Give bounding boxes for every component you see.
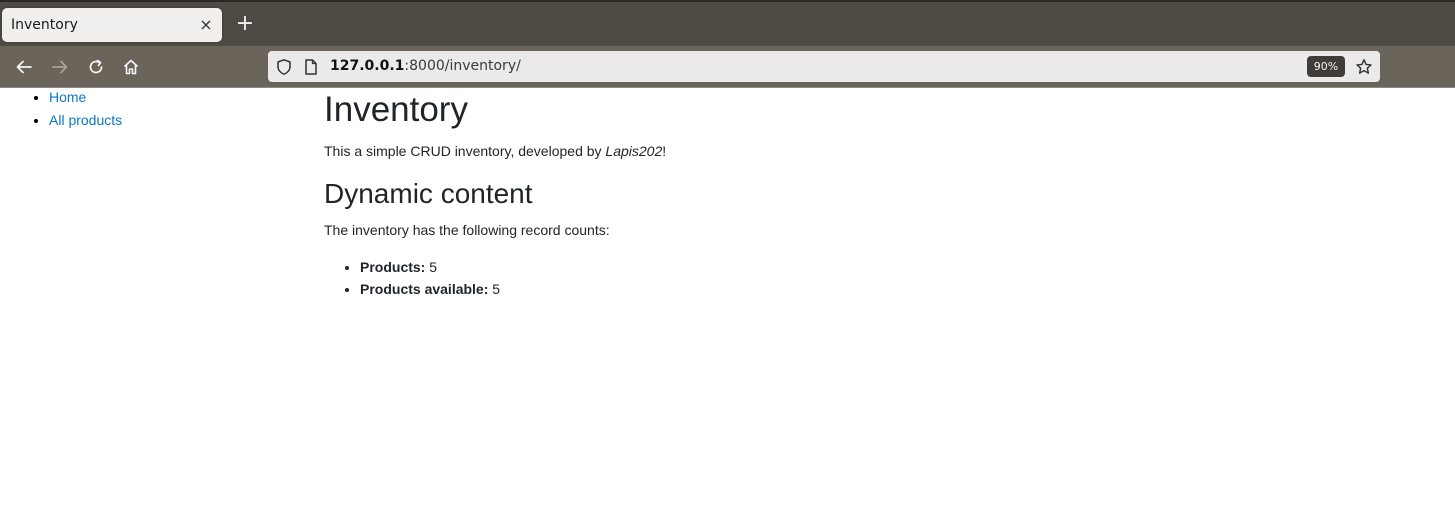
intro-text-start: This a simple CRUD inventory, developed …	[324, 143, 606, 159]
all-products-link[interactable]: All products	[49, 112, 122, 128]
zoom-level-badge[interactable]: 90%	[1307, 56, 1345, 77]
count-label: Products available:	[360, 281, 489, 297]
arrow-right-icon	[52, 60, 68, 74]
intro-text: This a simple CRUD inventory, developed …	[324, 141, 1424, 161]
count-value: 5	[429, 259, 438, 275]
new-tab-button[interactable]: +	[234, 13, 256, 35]
main-content: Inventory This a simple CRUD inventory, …	[324, 86, 1424, 300]
count-label: Products:	[360, 259, 426, 275]
home-link[interactable]: Home	[49, 89, 86, 105]
author-name: Lapis202	[605, 143, 663, 159]
record-counts-list: Products: 5 Products available: 5	[324, 256, 1424, 300]
star-icon[interactable]	[1355, 58, 1373, 76]
reload-button[interactable]	[85, 56, 107, 78]
sidebar-item-all-products: All products	[49, 109, 302, 132]
arrow-left-icon	[16, 60, 32, 74]
address-bar[interactable]: 127.0.0.1:8000/inventory/ 90%	[268, 51, 1380, 82]
navigation-toolbar: 127.0.0.1:8000/inventory/ 90%	[0, 46, 1455, 88]
sidebar-list: Home All products	[22, 86, 302, 132]
shield-icon[interactable]	[275, 58, 293, 76]
reload-icon	[89, 59, 103, 74]
intro-text-end: !	[662, 143, 667, 159]
url-path: :8000/inventory/	[404, 58, 521, 74]
forward-button[interactable]	[49, 56, 71, 78]
page-title: Inventory	[324, 90, 468, 129]
tab-strip: Inventory × +	[0, 0, 1455, 46]
url-text[interactable]: 127.0.0.1:8000/inventory/	[330, 58, 521, 74]
close-tab-icon[interactable]: ×	[196, 15, 216, 35]
page-icon[interactable]	[302, 58, 320, 76]
url-host: 127.0.0.1	[330, 58, 405, 74]
counts-intro-text: The inventory has the following record c…	[324, 222, 610, 238]
tab-inventory[interactable]: Inventory ×	[2, 8, 222, 42]
count-value: 5	[492, 281, 501, 297]
home-button[interactable]	[120, 56, 142, 78]
section-title: Dynamic content	[324, 178, 533, 209]
sidebar-nav: Home All products	[22, 86, 302, 132]
count-item-products: Products: 5	[360, 256, 1424, 278]
count-item-products-available: Products available: 5	[360, 278, 1424, 300]
tab-title: Inventory	[11, 17, 78, 33]
home-icon	[123, 59, 139, 75]
back-button[interactable]	[13, 56, 35, 78]
sidebar-item-home: Home	[49, 86, 302, 109]
